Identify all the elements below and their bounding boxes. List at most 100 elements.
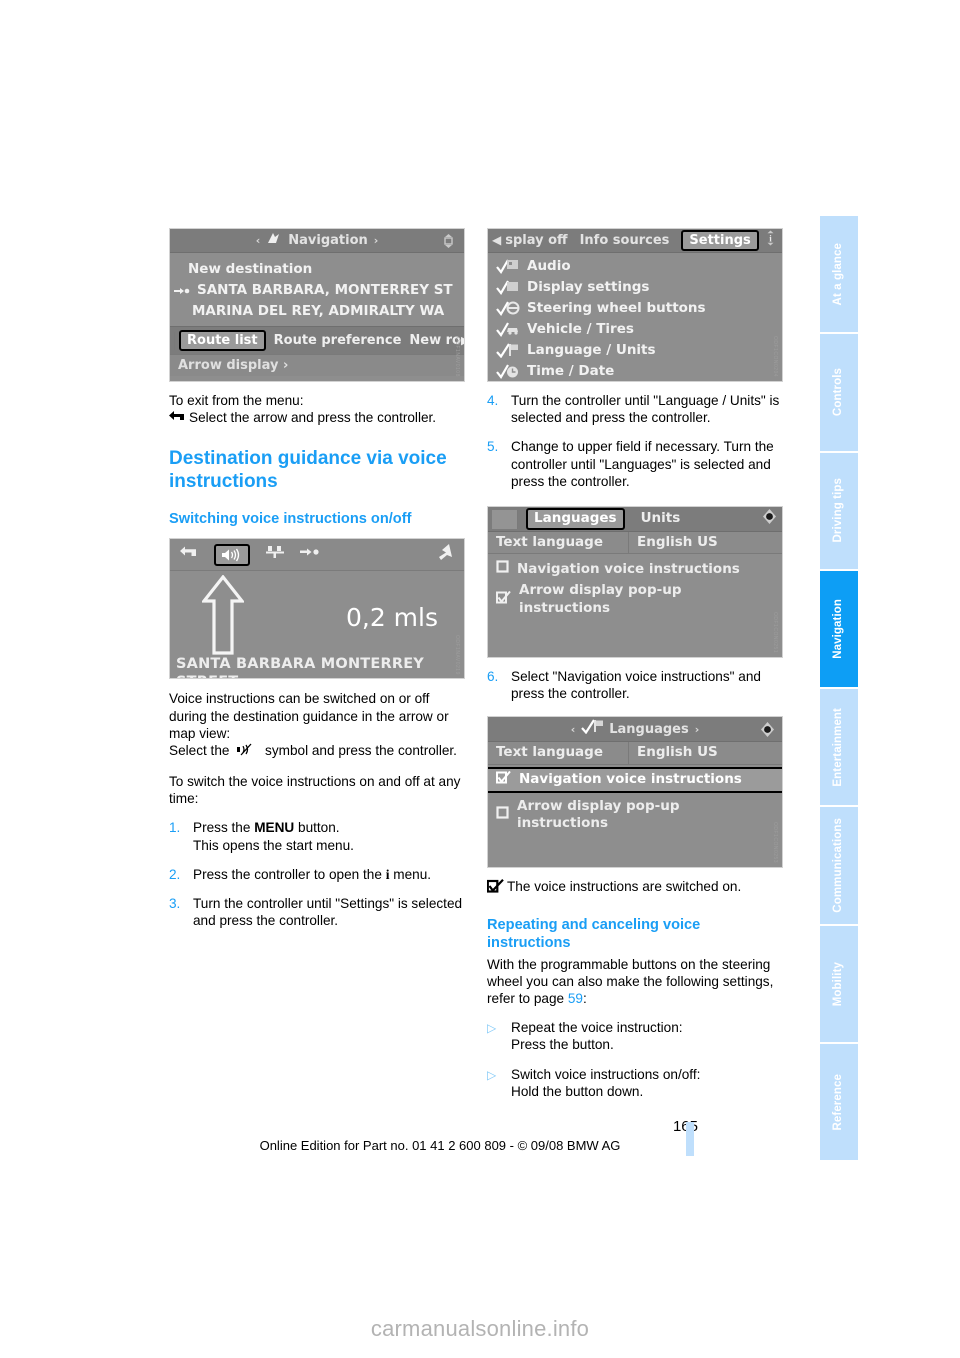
- nav-menu-item-destination-2[interactable]: MARINA DEL REY, ADMIRALTY WA: [170, 301, 464, 322]
- bullet-repeat-voice-instruction: ▷ Repeat the voice instruction: Press th…: [487, 1019, 783, 1053]
- sidebar-tab-driving-tips[interactable]: Driving tips: [820, 452, 858, 569]
- time-check-icon: [496, 364, 520, 379]
- option-navigation-voice-instructions[interactable]: Navigation voice instructions: [488, 766, 782, 793]
- footer-edition-line: Online Edition for Part no. 01 41 2 600 …: [259, 1138, 621, 1153]
- nav-menu-item-label: SANTA BARBARA, MONTERREY ST: [197, 282, 453, 298]
- step-text-pre: Press the: [193, 820, 255, 836]
- units-tab[interactable]: Units: [641, 510, 681, 527]
- sidebar-tab-entertainment[interactable]: Entertainment: [820, 689, 858, 806]
- vehicle-check-icon: [496, 322, 520, 337]
- step-text: Change to upper field if necessary. Turn…: [511, 439, 774, 489]
- result-text: The voice instructions are switched on.: [507, 879, 742, 895]
- controller-rotate-icon: [441, 233, 456, 254]
- repeating-section-title: Repeating and canceling voice instructio…: [487, 916, 701, 951]
- step-number: 1.: [169, 820, 181, 836]
- sidebar-tab-navigation[interactable]: Navigation: [820, 570, 858, 687]
- navigation-flag-icon: [266, 231, 281, 250]
- step-text-post: menu.: [389, 866, 432, 882]
- sidebar-tab-reference[interactable]: Reference: [820, 1043, 858, 1160]
- sidebar-tab-mobility[interactable]: Mobility: [820, 925, 858, 1042]
- site-watermark: carmanualsonline.info: [370, 1316, 590, 1341]
- step-number: 6.: [487, 669, 499, 685]
- arrow-display-distance: 0,2 mls: [345, 603, 438, 633]
- text-language-row[interactable]: Text language English US: [488, 532, 782, 555]
- sidebar-tab-label: Reference: [832, 1073, 845, 1131]
- languages-title: Languages: [609, 721, 689, 737]
- bullet-text: Repeat the voice instruction: Press the …: [511, 1019, 783, 1053]
- info-icon[interactable]: i: [763, 230, 778, 251]
- junction-icon[interactable]: [266, 545, 284, 564]
- settings-item-label: Language / Units: [527, 342, 656, 358]
- settings-item-label: Vehicle / Tires: [527, 321, 634, 337]
- sidebar-tab-label: Mobility: [832, 961, 845, 1006]
- option-arrow-display-popup-instructions[interactable]: Arrow display pop-up instructions: [488, 580, 782, 618]
- chevron-left-icon: ‹: [255, 233, 261, 247]
- speaker-icon[interactable]: [214, 543, 250, 566]
- step-2: 2. Press the controller to open the i me…: [169, 866, 465, 883]
- audio-check-icon: [496, 259, 520, 274]
- bullet-line-1: Repeat the voice instruction:: [511, 1020, 683, 1036]
- display-check-icon: [496, 280, 520, 295]
- option-label: Arrow display pop-up instructions: [517, 797, 680, 832]
- settings-item-label: Steering wheel buttons: [527, 300, 706, 316]
- text-language-label: Text language: [496, 534, 603, 551]
- nav-menu-item-new-destination[interactable]: New destination: [170, 259, 464, 280]
- tabbar-left-pad: [492, 509, 518, 529]
- nav-menu-footer-toolbar: Route list Route preference New ro ▶: [170, 326, 464, 355]
- destination-icon[interactable]: [300, 546, 320, 563]
- nav-menu-titlebar: ‹ Navigation ›: [170, 229, 464, 253]
- settings-item-time-date[interactable]: Time / Date: [488, 361, 782, 381]
- nav-menu-route-list-button[interactable]: Route list: [179, 330, 266, 352]
- option-label: Navigation voice instructions: [519, 771, 742, 788]
- settings-tab-info-sources[interactable]: Info sources: [580, 232, 670, 249]
- sidebar-tab-label: Communications: [832, 818, 845, 913]
- settings-item-vehicle-tires[interactable]: Vehicle / Tires: [488, 319, 782, 340]
- controller-dot-icon: [761, 508, 778, 530]
- chevron-right-icon: ›: [373, 233, 379, 247]
- bullet-text: Switch voice instructions on/off: Hold t…: [511, 1066, 783, 1100]
- settings-tab-display-off[interactable]: splay off: [505, 232, 567, 249]
- exit-menu-instruction: Select the arrow and press the controlle…: [169, 409, 465, 427]
- step-6: 6. Select "Navigation voice instructions…: [487, 668, 783, 702]
- bullet-line-2: Press the button.: [511, 1037, 614, 1053]
- page-reference-link[interactable]: 59: [568, 991, 583, 1006]
- step-5: 5. Change to upper field if necessary. T…: [487, 438, 783, 490]
- voice-instruction-para-1: Voice instructions can be switched on or…: [169, 691, 449, 741]
- nav-menu-item-label: MARINA DEL REY, ADMIRALTY WA: [192, 303, 445, 319]
- svg-text:i: i: [769, 233, 772, 243]
- sidebar-tab-controls[interactable]: Controls: [820, 334, 858, 451]
- settings-item-audio[interactable]: Audio: [488, 256, 782, 277]
- option-label: Navigation voice instructions: [517, 560, 740, 577]
- settings-item-label: Audio: [527, 258, 571, 274]
- back-icon[interactable]: [180, 545, 198, 564]
- text-language-row[interactable]: Text language English US: [488, 742, 782, 765]
- select-symbol-text-post: symbol and press the controller.: [265, 743, 457, 759]
- chevron-right-icon[interactable]: ›: [695, 721, 700, 738]
- option-arrow-display-popup-instructions[interactable]: Arrow display pop-up instructions: [488, 796, 782, 834]
- menu-button-label: MENU: [254, 820, 295, 836]
- sidebar-tab-communications[interactable]: Communications: [820, 807, 858, 924]
- page-section-title: Destination guidance via voice instructi…: [169, 448, 447, 493]
- nav-menu-route-preference-button[interactable]: Route preference: [274, 332, 402, 349]
- chevron-left-icon[interactable]: ‹: [571, 721, 576, 738]
- languages-tab[interactable]: Languages: [526, 508, 625, 530]
- languages-tabbar: Languages Units: [488, 507, 782, 533]
- figure-code: ODF1NAV0219: [454, 634, 460, 675]
- settings-item-steering-wheel-buttons[interactable]: Steering wheel buttons: [488, 298, 782, 319]
- sidebar-tab-at-a-glance[interactable]: At a glance: [820, 216, 858, 333]
- step-text-post: button.: [294, 820, 340, 836]
- section-tab-sidebar: At a glance Controls Driving tips Naviga…: [820, 216, 858, 1160]
- option-navigation-voice-instructions[interactable]: Navigation voice instructions: [488, 558, 782, 580]
- step-4: 4. Turn the controller until "Language /…: [487, 392, 783, 426]
- languages-titlebar: ‹ Languages ›: [488, 717, 782, 743]
- settings-tab-settings[interactable]: Settings: [681, 229, 759, 252]
- scroll-left-icon[interactable]: ◀: [492, 232, 501, 249]
- bullet-line-2: Hold the button down.: [511, 1083, 644, 1099]
- nav-menu-arrow-display-row[interactable]: Arrow display ›: [170, 354, 464, 377]
- settings-item-language-units[interactable]: Language / Units: [488, 340, 782, 361]
- checked-box-icon: [486, 878, 507, 897]
- bullet-switch-voice-instructions: ▷ Switch voice instructions on/off: Hold…: [487, 1066, 783, 1100]
- exit-arrow-icon[interactable]: [438, 543, 454, 566]
- nav-menu-item-destination-1[interactable]: SANTA BARBARA, MONTERREY ST: [170, 280, 464, 301]
- settings-item-display-settings[interactable]: Display settings: [488, 277, 782, 298]
